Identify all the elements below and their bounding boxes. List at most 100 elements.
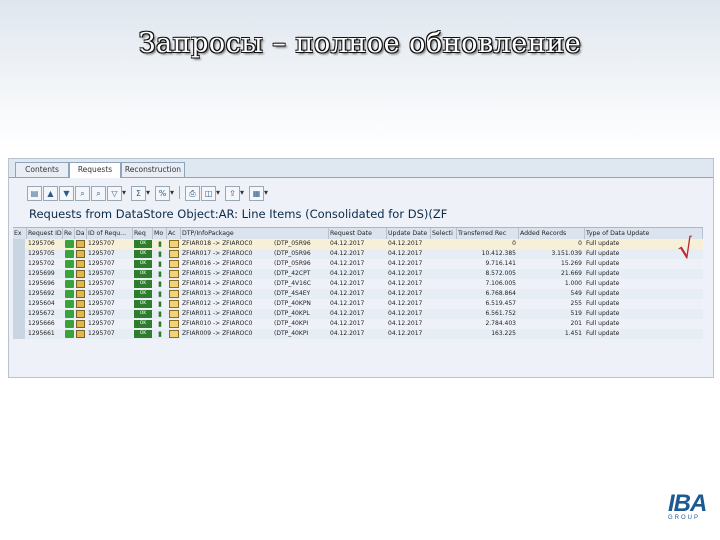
subtotal-icon[interactable]: %: [155, 186, 170, 201]
status-icon[interactable]: [65, 330, 74, 338]
status-icon[interactable]: [65, 290, 74, 298]
column-header[interactable]: Selecti: [431, 228, 457, 239]
display-icon[interactable]: [169, 270, 179, 278]
monitor-icon[interactable]: [76, 310, 85, 318]
monitor-icon[interactable]: [76, 300, 85, 308]
request-status-icon[interactable]: OK: [134, 290, 152, 298]
column-header[interactable]: ID of Requ...: [87, 228, 133, 239]
table-row[interactable]: 1295702 1295707 OK ▮ ZFIAR016 -> ZFIAROC0 (DT…: [13, 259, 703, 269]
monitor-status-icon[interactable]: ▮: [153, 309, 167, 319]
monitor-icon[interactable]: [76, 260, 85, 268]
monitor-status-icon[interactable]: ▮: [153, 289, 167, 299]
chevron-down-icon[interactable]: ▾: [169, 186, 175, 199]
table-row[interactable]: 1295692 1295707 OK ▮ ZFIAR013 -> ZFIAROC0 (DT…: [13, 289, 703, 299]
sort-descending-icon[interactable]: ▼: [59, 186, 74, 201]
request-status-icon[interactable]: OK: [134, 310, 152, 318]
display-icon[interactable]: [169, 330, 179, 338]
monitor-status-icon[interactable]: ▮: [153, 329, 167, 339]
monitor-status-icon[interactable]: ▮: [153, 239, 167, 249]
row-selector[interactable]: [13, 239, 25, 249]
select-all-cell[interactable]: Ex: [13, 228, 27, 239]
column-header[interactable]: Update Date: [387, 228, 431, 239]
monitor-status-icon[interactable]: ▮: [153, 249, 167, 259]
sort-ascending-icon[interactable]: ▲: [43, 186, 58, 201]
table-row[interactable]: 1295672 1295707 OK ▮ ZFIAR011 -> ZFIAROC0 (DT…: [13, 309, 703, 319]
column-header[interactable]: Request ID: [27, 228, 63, 239]
chevron-down-icon[interactable]: ▾: [145, 186, 151, 199]
column-header[interactable]: Request Date: [329, 228, 387, 239]
table-row[interactable]: 1295604 1295707 OK ▮ ZFIAR012 -> ZFIAROC0 (DT…: [13, 299, 703, 309]
column-header[interactable]: Transferred Rec: [457, 228, 519, 239]
table-row[interactable]: 1295696 1295707 OK ▮ ZFIAR014 -> ZFIAROC0 (DT…: [13, 279, 703, 289]
details-icon[interactable]: ▤: [27, 186, 42, 201]
status-icon[interactable]: [65, 280, 74, 288]
monitor-icon[interactable]: [76, 280, 85, 288]
display-icon[interactable]: [169, 290, 179, 298]
column-header[interactable]: Added Records: [519, 228, 585, 239]
status-icon[interactable]: [65, 300, 74, 308]
status-icon[interactable]: [65, 260, 74, 268]
row-selector[interactable]: [13, 279, 25, 289]
monitor-status-icon[interactable]: ▮: [153, 279, 167, 289]
table-row[interactable]: 1295706 1295707 OK ▮ ZFIAR018 -> ZFIAROC0 (DT…: [13, 239, 703, 249]
tab-contents[interactable]: Contents: [15, 162, 69, 177]
row-selector[interactable]: [13, 289, 25, 299]
status-icon[interactable]: [65, 240, 74, 248]
row-selector[interactable]: [13, 249, 25, 259]
monitor-status-icon[interactable]: ▮: [153, 269, 167, 279]
column-header[interactable]: DTP/InfoPackage: [181, 228, 329, 239]
row-selector[interactable]: [13, 269, 25, 279]
row-selector[interactable]: [13, 309, 25, 319]
monitor-status-icon[interactable]: ▮: [153, 299, 167, 309]
column-header[interactable]: Da: [75, 228, 87, 239]
print-icon[interactable]: ⎙: [185, 186, 200, 201]
monitor-icon[interactable]: [76, 250, 85, 258]
table-row[interactable]: 1295666 1295707 OK ▮ ZFIAR010 -> ZFIAROC0 (DT…: [13, 319, 703, 329]
request-status-icon[interactable]: OK: [134, 320, 152, 328]
monitor-icon[interactable]: [76, 270, 85, 278]
display-icon[interactable]: [169, 260, 179, 268]
display-icon[interactable]: [169, 240, 179, 248]
request-status-icon[interactable]: OK: [134, 240, 152, 248]
row-selector[interactable]: [13, 299, 25, 309]
column-header[interactable]: Ac: [167, 228, 181, 239]
monitor-status-icon[interactable]: ▮: [153, 259, 167, 269]
column-header[interactable]: Req: [133, 228, 153, 239]
request-status-icon[interactable]: OK: [134, 270, 152, 278]
monitor-icon[interactable]: [76, 330, 85, 338]
sum-icon[interactable]: Σ: [131, 186, 146, 201]
export-icon[interactable]: ⇪: [225, 186, 240, 201]
status-icon[interactable]: [65, 270, 74, 278]
row-selector[interactable]: [13, 319, 25, 329]
request-status-icon[interactable]: OK: [134, 330, 152, 338]
display-icon[interactable]: [169, 280, 179, 288]
tab-reconstruction[interactable]: Reconstruction: [121, 162, 185, 177]
column-header[interactable]: Mo: [153, 228, 167, 239]
find-icon[interactable]: ⌕: [75, 186, 90, 201]
display-icon[interactable]: [169, 250, 179, 258]
request-status-icon[interactable]: OK: [134, 260, 152, 268]
column-header[interactable]: Re: [63, 228, 75, 239]
filter-icon[interactable]: ▽: [107, 186, 122, 201]
chevron-down-icon[interactable]: ▾: [215, 186, 221, 199]
view-icon[interactable]: ◫: [201, 186, 216, 201]
chevron-down-icon[interactable]: ▾: [121, 186, 127, 199]
status-icon[interactable]: [65, 250, 74, 258]
display-icon[interactable]: [169, 320, 179, 328]
request-status-icon[interactable]: OK: [134, 300, 152, 308]
display-icon[interactable]: [169, 300, 179, 308]
request-status-icon[interactable]: OK: [134, 280, 152, 288]
table-row[interactable]: 1295705 1295707 OK ▮ ZFIAR017 -> ZFIAROC0 (DT…: [13, 249, 703, 259]
status-icon[interactable]: [65, 310, 74, 318]
monitor-status-icon[interactable]: ▮: [153, 319, 167, 329]
monitor-icon[interactable]: [76, 240, 85, 248]
monitor-icon[interactable]: [76, 290, 85, 298]
find-next-icon[interactable]: ⌕: [91, 186, 106, 201]
layout-icon[interactable]: ▦: [249, 186, 264, 201]
request-status-icon[interactable]: OK: [134, 250, 152, 258]
chevron-down-icon[interactable]: ▾: [239, 186, 245, 199]
display-icon[interactable]: [169, 310, 179, 318]
tab-requests[interactable]: Requests: [69, 162, 121, 178]
status-icon[interactable]: [65, 320, 74, 328]
monitor-icon[interactable]: [76, 320, 85, 328]
